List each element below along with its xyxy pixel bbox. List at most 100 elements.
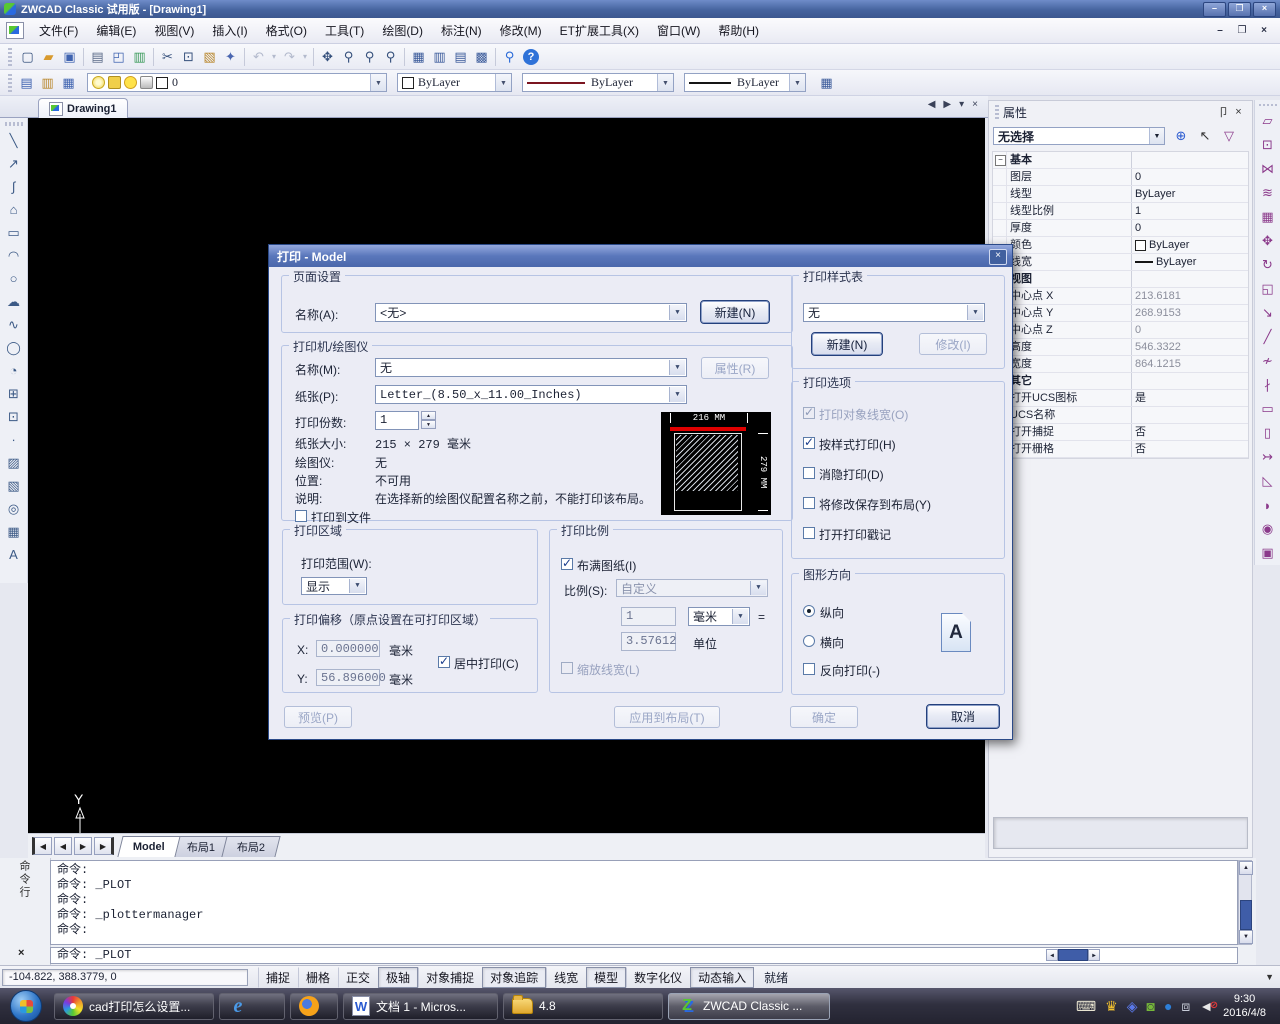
close-icon[interactable]: × — [1231, 106, 1246, 118]
plot-style-dropdown[interactable]: 无 ▼ — [803, 303, 985, 322]
property-value[interactable]: 否 — [1132, 424, 1248, 440]
volume-muted-icon[interactable]: ◄⊘ — [1199, 999, 1213, 1013]
hatch-icon[interactable]: ▨ — [3, 451, 24, 474]
arc-icon[interactable]: ◠ — [3, 244, 24, 267]
mtext-icon[interactable]: A — [3, 543, 24, 566]
property-row[interactable]: 打开UCS图标是 — [993, 390, 1248, 407]
collapse-icon[interactable]: − — [995, 155, 1006, 166]
menu-item-7[interactable]: 绘图(D) — [373, 19, 432, 42]
chamfer-icon[interactable]: ◺ — [1257, 469, 1278, 493]
status-toggle-极轴[interactable]: 极轴 — [378, 967, 418, 988]
print-icon[interactable]: ▤ — [87, 46, 108, 67]
break-icon[interactable]: ▭ — [1257, 397, 1278, 421]
property-value[interactable]: ByLayer — [1132, 186, 1248, 202]
plot-option-checkbox[interactable] — [803, 527, 815, 539]
property-row[interactable]: 线型ByLayer — [993, 186, 1248, 203]
copy-icon[interactable]: ⊡ — [178, 46, 199, 67]
mdi-close-button[interactable]: × — [1256, 24, 1272, 38]
spin-down-icon[interactable]: ▼ — [421, 420, 436, 429]
toolbar-grip[interactable] — [8, 74, 12, 92]
move-icon[interactable]: ✥ — [1257, 229, 1278, 253]
task-word[interactable]: W文档 1 - Micros... — [343, 993, 498, 1020]
layer-combo[interactable]: 0 ▼ — [87, 73, 387, 92]
scroll-left-icon[interactable]: ◀ — [1046, 949, 1058, 961]
plot-option-checkbox[interactable] — [803, 467, 815, 479]
plot-to-file-checkbox[interactable] — [295, 510, 307, 522]
printer-name-dropdown[interactable]: 无 ▼ — [375, 358, 687, 377]
status-toggle-线宽[interactable]: 线宽 — [546, 967, 586, 988]
trim-icon[interactable]: ≁ — [1257, 349, 1278, 373]
insert-block-icon[interactable]: ⊞ — [3, 382, 24, 405]
match-properties-icon[interactable]: ✦ — [220, 46, 241, 67]
lengthen-icon[interactable]: ╱ — [1257, 325, 1278, 349]
copy-object-icon[interactable]: ⊡ — [1257, 133, 1278, 157]
property-group-header[interactable]: 其它 — [993, 373, 1248, 390]
property-row[interactable]: 线型比例1 — [993, 203, 1248, 220]
zoom-realtime-icon[interactable]: ⚲ — [338, 46, 359, 67]
property-value[interactable] — [1132, 152, 1248, 168]
status-toggle-正交[interactable]: 正交 — [338, 967, 378, 988]
layer-properties-icon[interactable]: ▤ — [16, 72, 37, 93]
status-menu-icon[interactable]: ▼ — [1265, 972, 1274, 982]
property-row[interactable]: 厚度0 — [993, 220, 1248, 237]
menu-item-6[interactable]: 工具(T) — [316, 19, 373, 42]
close-icon[interactable]: × — [18, 947, 24, 959]
close-icon[interactable]: × — [989, 249, 1007, 265]
find-icon[interactable]: ⚲ — [499, 46, 520, 67]
property-value[interactable]: 1 — [1132, 203, 1248, 219]
tab-scroll-left-icon[interactable]: ◀ — [928, 99, 936, 110]
chevron-down-icon[interactable]: ▼ — [967, 305, 983, 320]
layer-previous-icon[interactable]: ▦ — [58, 72, 79, 93]
status-toggle-对象捕捉[interactable]: 对象捕捉 — [418, 967, 482, 988]
tool-palettes-icon[interactable]: ▤ — [450, 46, 471, 67]
status-toggle-动态输入[interactable]: 动态输入 — [690, 967, 754, 988]
chevron-down-icon[interactable]: ▼ — [732, 609, 748, 624]
command-history[interactable]: 命令:命令: _PLOT命令:命令: _plottermanager命令: — [50, 860, 1238, 945]
quickcalc-icon[interactable]: ▩ — [471, 46, 492, 67]
select-objects-icon[interactable]: ↖ — [1195, 127, 1215, 145]
plot-option-checkbox[interactable] — [803, 497, 815, 509]
plot-range-dropdown[interactable]: 显示 ▼ — [301, 577, 367, 595]
layout-tab-Model[interactable]: Model — [117, 836, 180, 857]
property-row[interactable]: 中心点 X213.6181 — [993, 288, 1248, 305]
property-row[interactable]: 宽度864.1215 — [993, 356, 1248, 373]
reverse-plot-checkbox[interactable] — [803, 663, 815, 675]
command-hscrollbar[interactable]: ◀ ▶ — [1046, 949, 1104, 962]
quick-select-icon[interactable]: ⊕ — [1171, 127, 1191, 145]
stretch-icon[interactable]: ↘ — [1257, 301, 1278, 325]
linetype-combo[interactable]: ByLayer ▼ — [522, 73, 674, 92]
chevron-down-icon[interactable]: ▼ — [370, 74, 386, 91]
property-value[interactable]: 864.1215 — [1132, 356, 1248, 372]
status-toggle-栅格[interactable]: 栅格 — [298, 967, 338, 988]
join-icon[interactable]: ↣ — [1257, 445, 1278, 469]
sheetset-manager-icon[interactable]: ▦ — [816, 72, 837, 93]
property-row[interactable]: 线宽ByLayer — [993, 254, 1248, 271]
plot-option-checkbox[interactable] — [803, 437, 815, 449]
nvidia-icon[interactable]: ◙ — [1146, 999, 1154, 1013]
copies-stepper[interactable]: ▲▼ — [421, 411, 436, 429]
paper-dropdown[interactable]: Letter_(8.50_x_11.00_Inches) ▼ — [375, 385, 687, 404]
pickadd-toggle-icon[interactable]: ▽ — [1219, 127, 1239, 145]
construction-line-icon[interactable]: ↗ — [3, 152, 24, 175]
scroll-right-icon[interactable]: ▶ — [1088, 949, 1100, 961]
scale-icon[interactable]: ◱ — [1257, 277, 1278, 301]
block-editor-icon[interactable]: ▣ — [1257, 541, 1278, 565]
make-block-icon[interactable]: ⊡ — [3, 405, 24, 428]
plot-style-new-button[interactable]: 新建(N) — [812, 333, 882, 355]
task-internet-explorer[interactable]: e — [219, 993, 285, 1020]
offset-icon[interactable]: ≋ — [1257, 181, 1278, 205]
fillet-icon[interactable]: ◗ — [1257, 493, 1278, 517]
open-icon[interactable]: ▰ — [38, 46, 59, 67]
dialog-titlebar[interactable]: 打印 - Model — [269, 245, 1012, 267]
paste-icon[interactable]: ▧ — [199, 46, 220, 67]
spline-icon[interactable]: ∿ — [3, 313, 24, 336]
chevron-down-icon[interactable]: ▼ — [669, 305, 685, 320]
mdi-minimize-button[interactable]: – — [1212, 24, 1228, 38]
tab-scroll-right-icon[interactable]: ▶ — [943, 99, 951, 110]
toolbar-grip[interactable] — [1259, 104, 1277, 106]
menu-item-5[interactable]: 格式(O) — [257, 19, 316, 42]
chevron-down-icon[interactable]: ▼ — [1149, 128, 1164, 144]
new-file-icon[interactable]: ▢ — [17, 46, 38, 67]
pan-icon[interactable]: ✥ — [317, 46, 338, 67]
page-setup-name-dropdown[interactable]: <无> ▼ — [375, 303, 687, 322]
